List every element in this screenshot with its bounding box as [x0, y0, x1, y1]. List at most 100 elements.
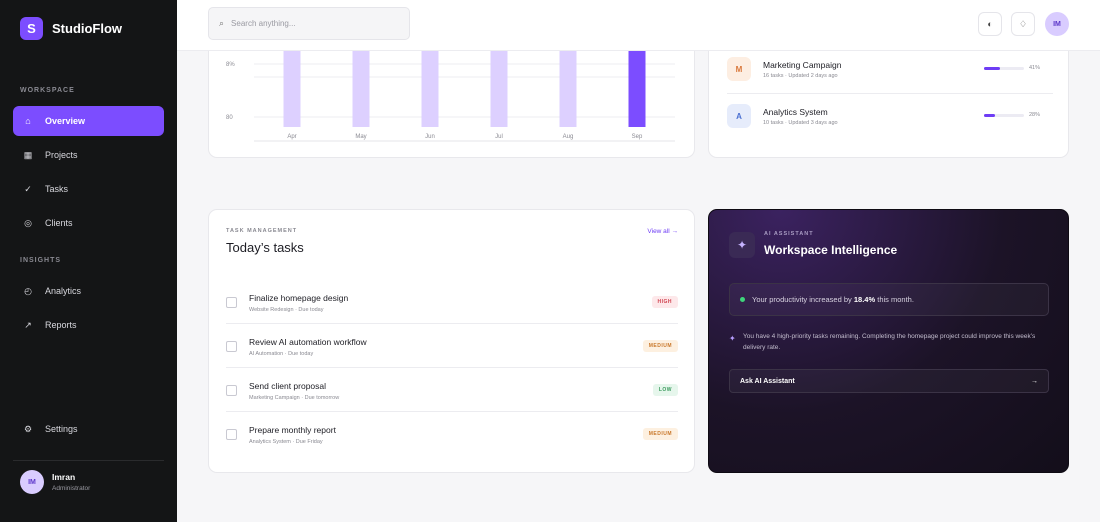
- chart-icon: ◴: [24, 285, 32, 296]
- users-icon: ◎: [24, 217, 32, 228]
- task-meta: Analytics System · Due Friday: [249, 439, 323, 445]
- sparkle-icon: ✦: [729, 232, 755, 258]
- y-tick-label: 8%: [226, 62, 235, 68]
- priority-badge: MEDIUM: [642, 340, 678, 352]
- check-icon: ✓: [24, 183, 32, 194]
- priority-badge: HIGH: [651, 296, 678, 308]
- sidebar-item-label: Analytics: [45, 286, 82, 296]
- project-row[interactable]: M Marketing Campaign 16 tasks · Updated …: [727, 57, 1053, 101]
- task-row[interactable]: Send client proposal Marketing Campaign …: [226, 379, 678, 423]
- tasks-card: TASK MANAGEMENT Today’s tasks View all →…: [208, 209, 695, 473]
- sidebar-item-overview[interactable]: ⌂ Overview: [13, 106, 164, 136]
- project-progress-label: 41%: [1029, 65, 1041, 71]
- project-divider: [727, 93, 1053, 94]
- task-checkbox[interactable]: [226, 341, 237, 352]
- x-tick-label: May: [355, 134, 366, 140]
- task-meta: Marketing Campaign · Due tomorrow: [249, 395, 340, 401]
- task-name: Finalize homepage design: [249, 293, 349, 303]
- project-progress-track: [984, 67, 1024, 70]
- search-box[interactable]: ⌕: [208, 7, 410, 40]
- project-initial-icon: A: [727, 104, 751, 128]
- ask-ai-label: Ask AI Assistant: [740, 377, 795, 385]
- brand-logo: S: [20, 17, 43, 40]
- sidebar: S StudioFlow WORKSPACE ⌂ Overview ▦ Proj…: [0, 0, 177, 522]
- sidebar-item-tasks[interactable]: ✓ Tasks: [13, 174, 164, 204]
- sidebar-item-label: Overview: [45, 116, 86, 126]
- project-name: Analytics System: [763, 107, 828, 117]
- task-divider: [226, 367, 678, 368]
- home-icon: ⌂: [25, 116, 31, 126]
- top-header: ⌕ ◐ ♢ IM: [177, 0, 1100, 51]
- brand[interactable]: S StudioFlow: [20, 17, 122, 40]
- x-tick-label: Apr: [287, 134, 296, 140]
- priority-badge: LOW: [652, 384, 678, 396]
- search-icon: ⌕: [219, 18, 225, 28]
- report-icon: ↗: [24, 319, 32, 330]
- task-meta: Website Redesign · Due today: [249, 307, 324, 313]
- header-avatar[interactable]: IM: [1045, 12, 1069, 36]
- x-tick-label: Sep: [632, 134, 643, 140]
- task-row[interactable]: Finalize homepage design Website Redesig…: [226, 291, 678, 335]
- search-input[interactable]: [231, 19, 392, 28]
- brand-name: StudioFlow: [52, 21, 123, 36]
- project-initial-icon: M: [727, 57, 751, 81]
- x-tick-label: Jul: [495, 134, 503, 140]
- x-tick-label: Jun: [425, 134, 435, 140]
- sidebar-item-settings[interactable]: ⚙ Settings: [13, 414, 164, 444]
- task-name: Send client proposal: [249, 381, 327, 391]
- user-profile[interactable]: IM Imran Administrator: [20, 470, 90, 494]
- task-checkbox[interactable]: [226, 429, 237, 440]
- workspace-section-label: WORKSPACE: [20, 87, 75, 94]
- ai-assistant-card: ✦ AI ASSISTANT Workspace Intelligence Yo…: [708, 209, 1069, 473]
- task-checkbox[interactable]: [226, 385, 237, 396]
- arrow-right-icon: →: [1031, 377, 1038, 385]
- project-row[interactable]: A Analytics System 10 tasks · Updated 3 …: [727, 104, 1053, 148]
- insights-section-label: INSIGHTS: [20, 257, 62, 264]
- project-progress-label: 28%: [1029, 112, 1041, 118]
- sidebar-item-label: Clients: [45, 218, 73, 228]
- insight-text: Your productivity increased by 18.4% thi…: [752, 295, 914, 304]
- task-divider: [226, 411, 678, 412]
- sidebar-item-label: Projects: [45, 150, 78, 160]
- sidebar-item-label: Reports: [45, 320, 77, 330]
- user-name: Imran: [52, 472, 76, 482]
- project-meta: 10 tasks · Updated 3 days ago: [763, 120, 838, 126]
- user-role: Administrator: [52, 485, 91, 492]
- bell-icon: ♢: [1018, 18, 1028, 29]
- status-dot-icon: [740, 297, 745, 302]
- view-all-link[interactable]: View all →: [647, 228, 678, 235]
- notifications-button[interactable]: ♢: [1011, 12, 1035, 36]
- sidebar-item-reports[interactable]: ↗ Reports: [13, 310, 164, 340]
- task-row[interactable]: Prepare monthly report Analytics System …: [226, 423, 678, 467]
- task-divider: [226, 323, 678, 324]
- sidebar-item-label: Settings: [45, 424, 78, 434]
- sidebar-item-projects[interactable]: ▦ Projects: [13, 140, 164, 170]
- project-progress-fill: [984, 114, 996, 117]
- contrast-icon: ◐: [987, 19, 993, 29]
- project-progress-track: [984, 114, 1024, 117]
- task-name: Prepare monthly report: [249, 425, 336, 435]
- sidebar-item-clients[interactable]: ◎ Clients: [13, 208, 164, 238]
- project-name: Marketing Campaign: [763, 60, 842, 70]
- ai-section-label: AI ASSISTANT: [764, 231, 814, 237]
- sidebar-divider: [13, 460, 164, 461]
- task-checkbox[interactable]: [226, 297, 237, 308]
- ask-ai-button[interactable]: Ask AI Assistant →: [729, 369, 1049, 393]
- task-name: Review AI automation workflow: [249, 337, 367, 347]
- sidebar-item-analytics[interactable]: ◴ Analytics: [13, 276, 164, 306]
- project-meta: 16 tasks · Updated 2 days ago: [763, 73, 838, 79]
- project-progress-fill: [984, 67, 1001, 70]
- grid-icon: ▦: [23, 149, 33, 160]
- tasks-title: Today’s tasks: [226, 240, 304, 255]
- ai-note: You have 4 high-priority tasks remaining…: [743, 333, 1036, 351]
- productivity-insight: Your productivity increased by 18.4% thi…: [729, 283, 1049, 316]
- avatar: IM: [20, 470, 44, 494]
- task-meta: AI Automation · Due today: [249, 351, 314, 357]
- x-tick-label: Aug: [563, 134, 574, 140]
- sidebar-item-label: Tasks: [45, 184, 69, 194]
- theme-toggle-button[interactable]: ◐: [978, 12, 1002, 36]
- ai-title: Workspace Intelligence: [764, 243, 898, 257]
- y-tick-label: 80: [226, 115, 233, 121]
- sparkle-small-icon: ✦: [729, 334, 736, 343]
- task-row[interactable]: Review AI automation workflow AI Automat…: [226, 335, 678, 379]
